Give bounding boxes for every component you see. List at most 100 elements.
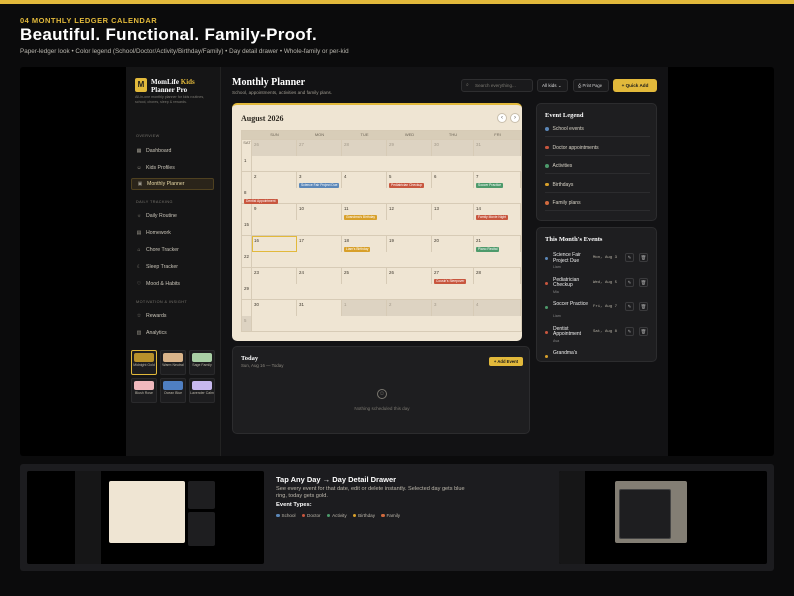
calendar-day[interactable]: 2 xyxy=(387,300,432,316)
month-event-item[interactable]: Soccer Practice Liam Fri, Aug 7 ✎ 🗑︎ xyxy=(543,299,653,323)
next-month-button[interactable]: › xyxy=(510,113,520,123)
sidebar-item-kids-profiles[interactable]: ☺ Kids Profiles xyxy=(131,162,214,174)
calendar-day[interactable]: 26 xyxy=(387,268,432,284)
add-event-button[interactable]: + Add Event xyxy=(489,357,523,366)
day-number: 20 xyxy=(434,238,439,243)
quick-add-button[interactable]: + Quick Add xyxy=(613,79,657,92)
calendar-day[interactable]: 10 xyxy=(297,204,342,220)
calendar-day[interactable]: 23 xyxy=(252,268,297,284)
calendar-day[interactable]: 18 Liam's Birthday xyxy=(342,236,387,252)
theme-midnight-gold[interactable]: Midnight Gold xyxy=(131,350,157,375)
month-event-date: Mon, Aug 3 xyxy=(593,256,618,260)
event-chip[interactable]: Pediatrician Checkup xyxy=(389,183,425,188)
sidebar-item-chore-tracker[interactable]: ⌂ Chore Tracker xyxy=(131,244,214,256)
theme-blush-rose[interactable]: Blush Rose xyxy=(131,378,157,403)
calendar-day[interactable]: 30 xyxy=(252,300,297,316)
theme-sage-family[interactable]: Sage Family xyxy=(189,350,215,375)
calendar-day[interactable]: 27 xyxy=(297,140,342,156)
sidebar-item-monthly-planner[interactable]: ▣ Monthly Planner xyxy=(131,178,214,190)
event-chip[interactable]: Family Movie Night xyxy=(476,215,509,220)
legend-title: Event Legend xyxy=(545,112,584,119)
delete-icon[interactable]: 🗑︎ xyxy=(639,302,648,311)
calendar-day[interactable]: 21 Piano Recital xyxy=(474,236,521,252)
delete-icon[interactable]: 🗑︎ xyxy=(639,277,648,287)
event-chip[interactable]: Soccer Practice xyxy=(476,183,504,188)
calendar-day[interactable]: 29 xyxy=(242,283,252,299)
calendar-day[interactable]: 15 xyxy=(242,219,252,235)
month-event-item[interactable]: Science Fair Project Due Liam Mon, Aug 3 ✎ 🗑… xyxy=(543,250,653,274)
calendar-day[interactable]: 17 xyxy=(297,236,342,252)
theme-lavender-calm[interactable]: Lavender Calm xyxy=(189,378,215,403)
delete-icon[interactable]: 🗑︎ xyxy=(639,326,648,336)
calendar-day[interactable]: 31 xyxy=(474,140,521,156)
calendar-day-today[interactable]: 16 xyxy=(252,236,297,252)
calendar-day[interactable]: 28 xyxy=(474,268,521,284)
calendar-day[interactable]: 8 Dentist Appointment xyxy=(242,187,278,204)
edit-icon[interactable]: ✎ xyxy=(625,326,634,336)
sidebar-item-sleep-tracker[interactable]: ☾ Sleep Tracker xyxy=(131,261,214,273)
calendar-day[interactable]: 9 xyxy=(252,204,297,220)
day-number: 8 xyxy=(244,189,247,195)
calendar-day[interactable]: 24 xyxy=(297,268,342,284)
calendar-day[interactable]: 1 xyxy=(242,155,252,171)
calendar-day[interactable]: 3 Science Fair Project Due xyxy=(297,172,342,188)
calendar-day[interactable]: 1 xyxy=(342,300,387,316)
event-chip[interactable]: Dentist Appointment xyxy=(244,198,278,204)
event-chip[interactable]: Liam's Birthday xyxy=(344,247,371,252)
day-number: 28 xyxy=(476,270,481,275)
calendar-day[interactable]: 2 xyxy=(252,172,297,188)
calendar-day[interactable]: 31 xyxy=(297,300,342,316)
search-input[interactable]: ⌕ Search everything... xyxy=(461,79,533,92)
print-page-button[interactable]: ⎙ Print Page xyxy=(573,79,609,92)
kids-filter-select[interactable]: All kids ⌄ xyxy=(537,79,568,92)
day-number: 4 xyxy=(476,302,479,307)
event-chip[interactable]: Grandma's Birthday xyxy=(344,215,378,220)
month-event-item[interactable]: Grandma's xyxy=(543,348,653,361)
sidebar-item-label: Rewards xyxy=(146,313,167,319)
calendar-day[interactable]: 4 xyxy=(474,300,521,316)
event-chip[interactable]: Piano Recital xyxy=(476,247,500,252)
day-number: 30 xyxy=(254,302,259,307)
edit-icon[interactable]: ✎ xyxy=(625,277,634,287)
calendar-day[interactable]: 4 xyxy=(342,172,387,188)
calendar-day[interactable]: 14 Family Movie Night xyxy=(474,204,521,220)
edit-icon[interactable]: ✎ xyxy=(625,253,634,262)
theme-warm-neutral[interactable]: Warm Neutral xyxy=(160,350,186,375)
calendar-day[interactable]: 6 xyxy=(432,172,474,188)
calendar-day[interactable]: 7 Soccer Practice xyxy=(474,172,521,188)
calendar-day[interactable]: 26 xyxy=(252,140,297,156)
calendar-day[interactable]: 20 xyxy=(432,236,474,252)
prev-month-button[interactable]: ‹ xyxy=(497,113,507,123)
calendar-day[interactable]: 29 xyxy=(387,140,432,156)
calendar-day[interactable]: 27 Cousin's Sleepover xyxy=(432,268,474,284)
day-number: 7 xyxy=(476,174,479,179)
event-chip[interactable]: Cousin's Sleepover xyxy=(434,279,467,284)
day-number: 17 xyxy=(299,238,304,243)
month-event-item[interactable]: Pediatrician Checkup Mia Wed, Aug 5 ✎ 🗑︎ xyxy=(543,275,653,299)
calendar-day[interactable]: 30 xyxy=(432,140,474,156)
calendar-day[interactable]: 11 Grandma's Birthday xyxy=(342,204,387,220)
month-event-item[interactable]: Dentist Appointment Ava Sat, Aug 8 ✎ 🗑︎ xyxy=(543,324,653,348)
calendar-day[interactable]: 5 xyxy=(242,315,252,331)
calendar-day[interactable]: 5 Pediatrician Checkup xyxy=(387,172,432,188)
calendar-day[interactable]: 3 xyxy=(432,300,474,316)
delete-icon[interactable]: 🗑︎ xyxy=(639,253,648,262)
sidebar-item-daily-routine[interactable]: ☼ Daily Routine xyxy=(131,210,214,222)
edit-icon[interactable]: ✎ xyxy=(625,302,634,311)
sidebar-item-analytics[interactable]: ▥ Analytics xyxy=(131,327,214,339)
calendar-day[interactable]: 25 xyxy=(342,268,387,284)
sidebar-item-dashboard[interactable]: ▦ Dashboard xyxy=(131,145,214,157)
event-chip[interactable]: Science Fair Project Due xyxy=(299,183,340,188)
theme-ocean-blue[interactable]: Ocean Blue xyxy=(160,378,186,403)
theme-swatch xyxy=(134,381,154,390)
page-subtitle: School, appointments, activities and fam… xyxy=(232,90,333,95)
sidebar-item-rewards[interactable]: ☆ Rewards xyxy=(131,310,214,322)
calendar-day[interactable]: 13 xyxy=(432,204,474,220)
calendar-day[interactable]: 28 xyxy=(342,140,387,156)
calendar-day[interactable]: 22 xyxy=(242,251,252,267)
calendar-day[interactable]: 12 xyxy=(387,204,432,220)
calendar-day[interactable]: 19 xyxy=(387,236,432,252)
sidebar-item-mood-habits[interactable]: ♡ Mood & Habits xyxy=(131,278,214,290)
sidebar-item-homework[interactable]: ▤ Homework xyxy=(131,227,214,239)
event-type-label: Doctor xyxy=(307,513,321,518)
